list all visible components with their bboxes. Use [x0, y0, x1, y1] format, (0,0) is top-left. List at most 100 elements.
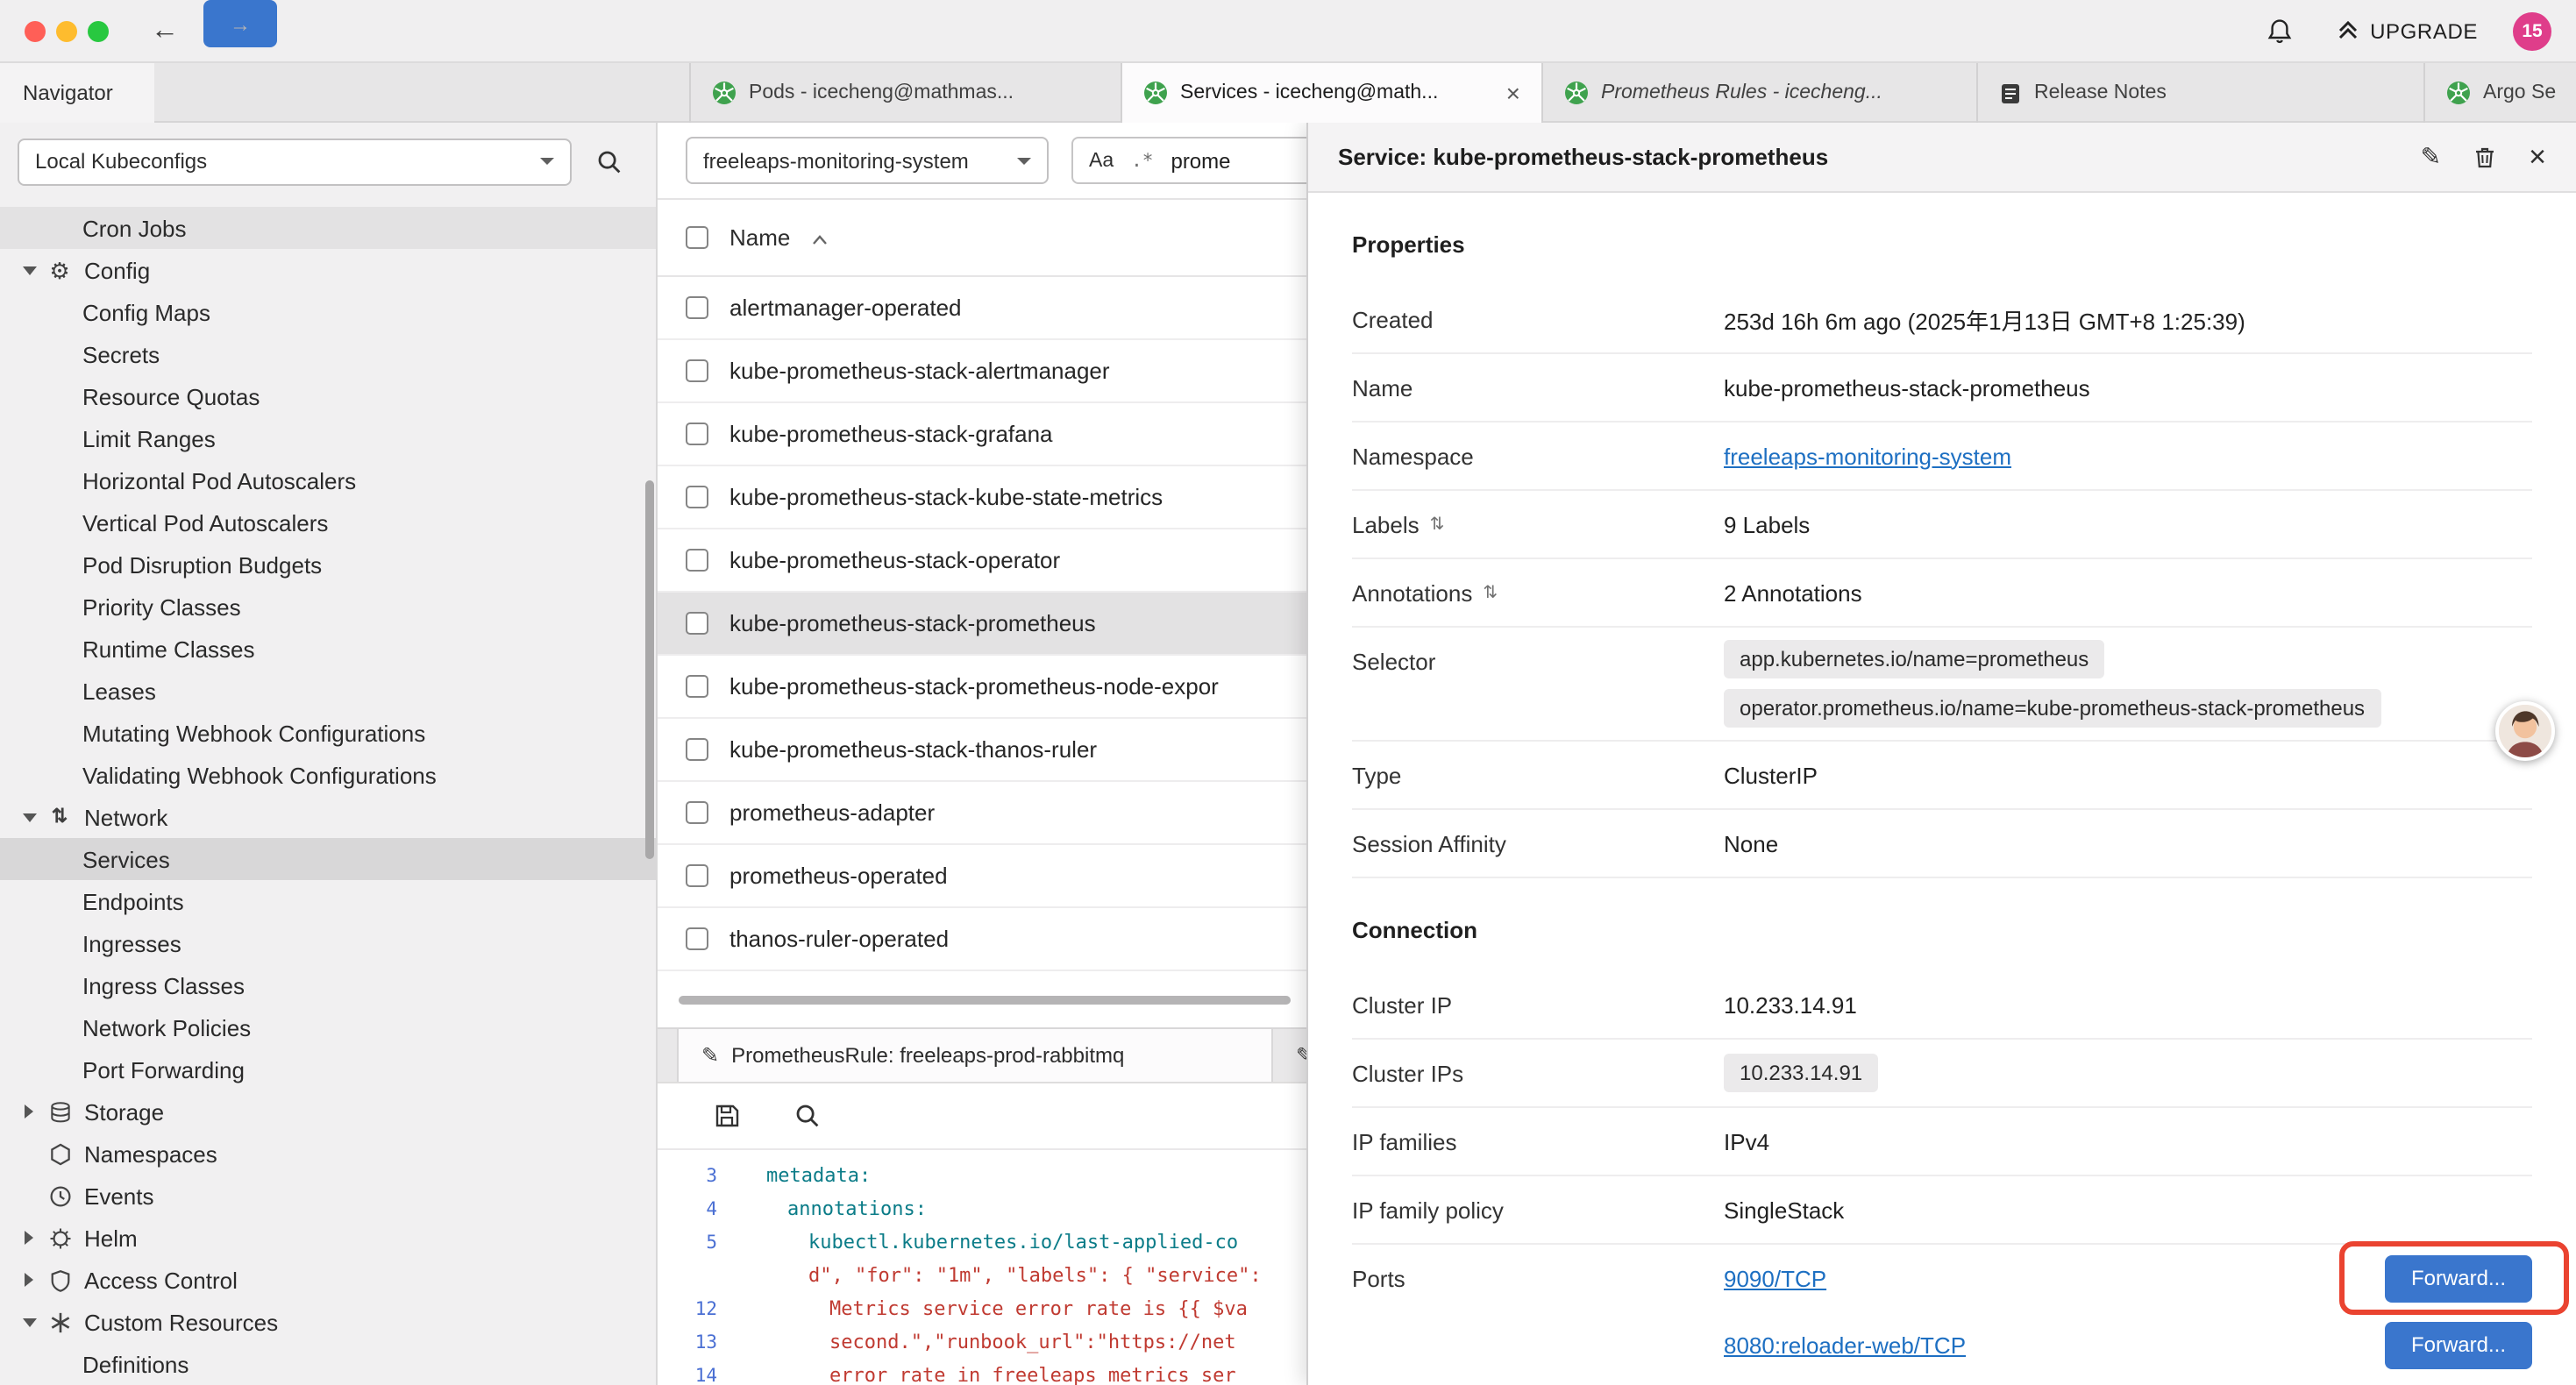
row-checkbox[interactable] — [686, 738, 708, 761]
forward-nav-button[interactable]: → — [203, 0, 277, 47]
row-checkbox[interactable] — [686, 612, 708, 635]
sidebar-item-custom-resources[interactable]: Custom Resources — [0, 1301, 656, 1343]
sidebar-item-horizontal-pod-autoscalers[interactable]: Horizontal Pod Autoscalers — [0, 459, 656, 501]
sidebar-item-events[interactable]: Events — [0, 1175, 656, 1217]
sidebar-item-storage[interactable]: Storage — [0, 1090, 656, 1133]
row-checkbox[interactable] — [686, 801, 708, 824]
close-tab-icon[interactable]: × — [1492, 79, 1520, 107]
sidebar-item-access-control[interactable]: Access Control — [0, 1259, 656, 1301]
tab-services-icecheng-math[interactable]: Services - icecheng@math...× — [1122, 63, 1543, 123]
chevron-right-icon[interactable] — [18, 1273, 40, 1287]
sidebar-item-label: Validating Webhook Configurations — [82, 762, 437, 788]
horizontal-scrollbar[interactable] — [679, 996, 1291, 1005]
row-checkbox[interactable] — [686, 864, 708, 887]
line-number: 4 — [658, 1198, 738, 1219]
tab-release-notes[interactable]: Release Notes — [1978, 63, 2425, 123]
delete-button[interactable] — [2473, 145, 2497, 169]
row-name: kube-prometheus-stack-operator — [729, 547, 1060, 573]
sort-toggle-icon[interactable]: ⇅ — [1430, 515, 1445, 534]
bell-icon[interactable] — [2258, 11, 2300, 53]
helm-icon — [46, 1226, 74, 1249]
sidebar-item-port-forwarding[interactable]: Port Forwarding — [0, 1048, 656, 1090]
upgrade-button[interactable]: UPGRADE — [2335, 17, 2478, 46]
code-text: kubectl.kubernetes.io/last-applied-co — [738, 1231, 1238, 1254]
sidebar-item-network-policies[interactable]: Network Policies — [0, 1006, 656, 1048]
row-name: kube-prometheus-stack-thanos-ruler — [729, 736, 1097, 763]
drawer-header: Service: kube-prometheus-stack-prometheu… — [1308, 123, 2576, 193]
sidebar-item-validating-webhook-configurations[interactable]: Validating Webhook Configurations — [0, 754, 656, 796]
sidebar-item-namespaces[interactable]: Namespaces — [0, 1133, 656, 1175]
sidebar-item-limit-ranges[interactable]: Limit Ranges — [0, 417, 656, 459]
search-button[interactable] — [587, 140, 630, 182]
editor-tab[interactable]: ✎ PrometheusRule: freeleaps-prod-rabbitm… — [677, 1029, 1273, 1082]
namespace-link[interactable]: freeleaps-monitoring-system — [1724, 443, 2011, 469]
notification-count-badge[interactable]: 15 — [2513, 12, 2551, 51]
sidebar-item-priority-classes[interactable]: Priority Classes — [0, 586, 656, 628]
row-checkbox[interactable] — [686, 675, 708, 698]
row-checkbox[interactable] — [686, 296, 708, 319]
search-in-editor-button[interactable] — [786, 1095, 828, 1137]
edit-button[interactable]: ✎ — [2421, 142, 2441, 172]
sidebar-item-pod-disruption-budgets[interactable]: Pod Disruption Budgets — [0, 543, 656, 586]
sidebar-item-label: Helm — [84, 1225, 138, 1251]
sidebar-item-cron-jobs[interactable]: Cron Jobs — [0, 207, 656, 249]
tab-pods-icecheng-mathmas[interactable]: Pods - icecheng@mathmas... — [689, 63, 1122, 123]
sort-toggle-icon[interactable]: ⇅ — [1483, 583, 1498, 602]
namespace-select[interactable]: freeleaps-monitoring-system — [686, 137, 1049, 184]
back-button[interactable]: ← — [151, 0, 179, 63]
chevron-down-icon[interactable] — [18, 813, 40, 821]
upgrade-label: UPGRADE — [2370, 19, 2478, 44]
sidebar-item-services[interactable]: Services — [0, 838, 656, 880]
maximize-window-button[interactable] — [88, 21, 109, 42]
row-checkbox[interactable] — [686, 549, 708, 572]
forward-button[interactable]: Forward... — [2385, 1254, 2532, 1302]
tab-prometheus-rules-icecheng[interactable]: Prometheus Rules - icecheng... — [1543, 63, 1978, 123]
port-link[interactable]: 9090/TCP — [1724, 1265, 1826, 1291]
minimize-window-button[interactable] — [56, 21, 77, 42]
sidebar-item-vertical-pod-autoscalers[interactable]: Vertical Pod Autoscalers — [0, 501, 656, 543]
sidebar-item-config[interactable]: ⚙Config — [0, 249, 656, 291]
row-name: alertmanager-operated — [729, 295, 962, 321]
regex-toggle[interactable]: .* — [1131, 150, 1153, 171]
sidebar-item-secrets[interactable]: Secrets — [0, 333, 656, 375]
port-link[interactable]: 8080:reloader-web/TCP — [1724, 1332, 1966, 1358]
chevron-down-icon[interactable] — [18, 266, 40, 274]
sidebar-item-ingress-classes[interactable]: Ingress Classes — [0, 964, 656, 1006]
sidebar-item-helm[interactable]: Helm — [0, 1217, 656, 1259]
sidebar-item-config-maps[interactable]: Config Maps — [0, 291, 656, 333]
sidebar-item-endpoints[interactable]: Endpoints — [0, 880, 656, 922]
close-icon[interactable]: × — [2529, 139, 2546, 174]
chevron-down-icon[interactable] — [18, 1318, 40, 1326]
sidebar-item-resource-quotas[interactable]: Resource Quotas — [0, 375, 656, 417]
sidebar-item-runtime-classes[interactable]: Runtime Classes — [0, 628, 656, 670]
sidebar-item-network[interactable]: ⇅Network — [0, 796, 656, 838]
sidebar-item-leases[interactable]: Leases — [0, 670, 656, 712]
tab-argo-se[interactable]: Argo Se — [2425, 63, 2576, 123]
value-chip: operator.prometheus.io/name=kube-prometh… — [1724, 689, 2380, 728]
row-checkbox[interactable] — [686, 359, 708, 382]
detail-value-text: 2 Annotations — [1724, 579, 1862, 606]
match-case-toggle[interactable]: Aa — [1089, 150, 1114, 171]
sidebar-item-label: Horizontal Pod Autoscalers — [82, 467, 356, 494]
row-checkbox[interactable] — [686, 423, 708, 445]
detail-label: Type — [1352, 742, 1724, 808]
edit-icon: ✎ — [701, 1043, 719, 1068]
sidebar-item-mutating-webhook-configurations[interactable]: Mutating Webhook Configurations — [0, 712, 656, 754]
detail-value-text: kube-prometheus-stack-prometheus — [1724, 374, 2090, 401]
sidebar-item-ingresses[interactable]: Ingresses — [0, 922, 656, 964]
detail-value-text: 9 Labels — [1724, 511, 1810, 537]
chevron-right-icon[interactable] — [18, 1231, 40, 1245]
row-checkbox[interactable] — [686, 927, 708, 950]
sidebar-scrollbar[interactable] — [645, 480, 654, 859]
close-window-button[interactable] — [25, 21, 46, 42]
column-header-name[interactable]: Name — [729, 224, 790, 251]
forward-button[interactable]: Forward... — [2385, 1321, 2532, 1368]
avatar[interactable] — [2495, 701, 2555, 761]
sidebar-item-definitions[interactable]: Definitions — [0, 1343, 656, 1385]
chevron-right-icon[interactable] — [18, 1104, 40, 1119]
chevron-down-icon — [540, 158, 554, 165]
kubeconfig-select[interactable]: Local Kubeconfigs — [18, 138, 572, 185]
save-button[interactable] — [705, 1095, 747, 1137]
select-all-checkbox[interactable] — [686, 226, 708, 249]
row-checkbox[interactable] — [686, 486, 708, 508]
